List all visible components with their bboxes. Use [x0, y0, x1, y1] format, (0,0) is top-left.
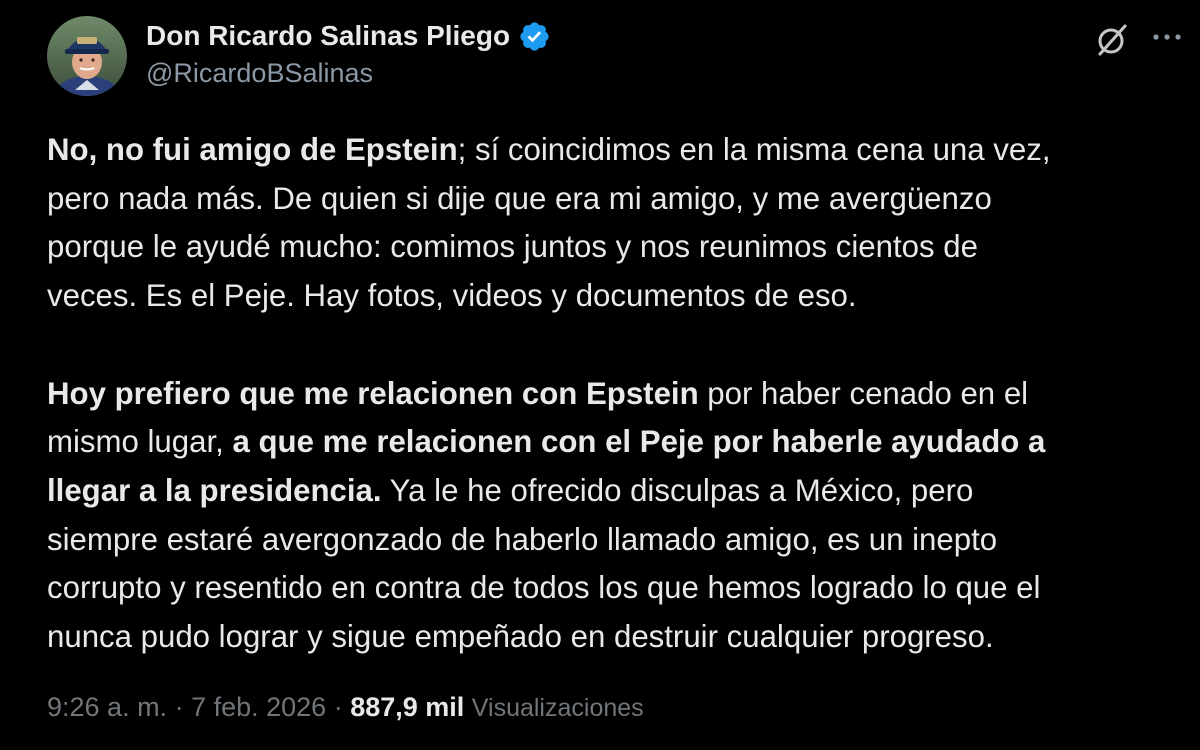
- bold-text: Hoy prefiero que me relacionen con Epste…: [47, 375, 699, 411]
- text-segment: veces. Es el Peje. Hay fotos, videos y d…: [47, 278, 857, 314]
- text-segment: por haber cenado en el: [698, 375, 1029, 411]
- meta-separator: ·: [167, 692, 192, 722]
- more-options-icon[interactable]: [1150, 22, 1184, 52]
- tweet-line: Hoy prefiero que me relacionen con Epste…: [47, 370, 1177, 419]
- tweet-text: No, no fui amigo de Epstein; sí coincidi…: [47, 126, 1177, 662]
- text-segment: Ya le he ofrecido disculpas a México, pe…: [381, 472, 974, 508]
- tweet-line: veces. Es el Peje. Hay fotos, videos y d…: [47, 272, 1177, 321]
- text-segment: corrupto y resentido en contra de todos …: [47, 570, 1041, 606]
- tweet-line: llegar a la presidencia. Ya le he ofreci…: [47, 467, 1177, 516]
- author-avatar[interactable]: [47, 16, 127, 96]
- tweet-metadata: 9:26 a. m. · 7 feb. 2026 · 887,9 mil Vis…: [47, 687, 644, 728]
- tweet-line: mismo lugar, a que me relacionen con el …: [47, 418, 1177, 467]
- text-segment: porque le ayudé mucho: comimos juntos y …: [47, 229, 978, 265]
- views-count[interactable]: 887,9 mil: [350, 692, 464, 722]
- text-segment: nunca pudo lograr y sigue empeñado en de…: [47, 619, 994, 655]
- tweet-line: pero nada más. De quien si dije que era …: [47, 175, 1177, 224]
- grok-icon[interactable]: [1092, 20, 1132, 60]
- verified-badge-icon[interactable]: [518, 20, 551, 53]
- views-label: Visualizaciones: [471, 694, 644, 722]
- author-name-row: Don Ricardo Salinas Pliego: [146, 16, 551, 56]
- bold-text: No, no fui amigo de Epstein: [47, 132, 458, 167]
- tweet-line: No, no fui amigo de Epstein; sí coincidi…: [47, 126, 1177, 175]
- text-segment: siempre estaré avergonzado de haberlo ll…: [47, 521, 998, 557]
- tweet-line: siempre estaré avergonzado de haberlo ll…: [47, 516, 1177, 565]
- author-handle[interactable]: @RicardoBSalinas: [146, 58, 373, 89]
- tweet-line: porque le ayudé mucho: comimos juntos y …: [47, 223, 1177, 272]
- text-segment: ; sí coincidimos en la misma cena una ve…: [457, 132, 1051, 167]
- tweet-line: corrupto y resentido en contra de todos …: [47, 564, 1177, 613]
- text-segment: pero nada más. De quien si dije que era …: [47, 180, 992, 216]
- bold-text: llegar a la presidencia.: [47, 472, 382, 508]
- tweet-container: Don Ricardo Salinas Pliego @RicardoBSali…: [0, 0, 1200, 750]
- bold-text: a que me relacionen con el Peje por habe…: [232, 424, 1046, 460]
- tweet-time[interactable]: 9:26 a. m.: [47, 692, 167, 722]
- tweet-paragraph-2: Hoy prefiero que me relacionen con Epste…: [47, 370, 1177, 662]
- tweet-line: nunca pudo lograr y sigue empeñado en de…: [47, 613, 1177, 662]
- avatar-photo-icon: [47, 16, 127, 96]
- text-segment: mismo lugar,: [47, 424, 233, 460]
- tweet-date[interactable]: 7 feb. 2026: [191, 692, 326, 722]
- author-display-name[interactable]: Don Ricardo Salinas Pliego: [146, 20, 510, 52]
- tweet-paragraph-1: No, no fui amigo de Epstein; sí coincidi…: [47, 126, 1177, 321]
- meta-separator: ·: [326, 692, 351, 722]
